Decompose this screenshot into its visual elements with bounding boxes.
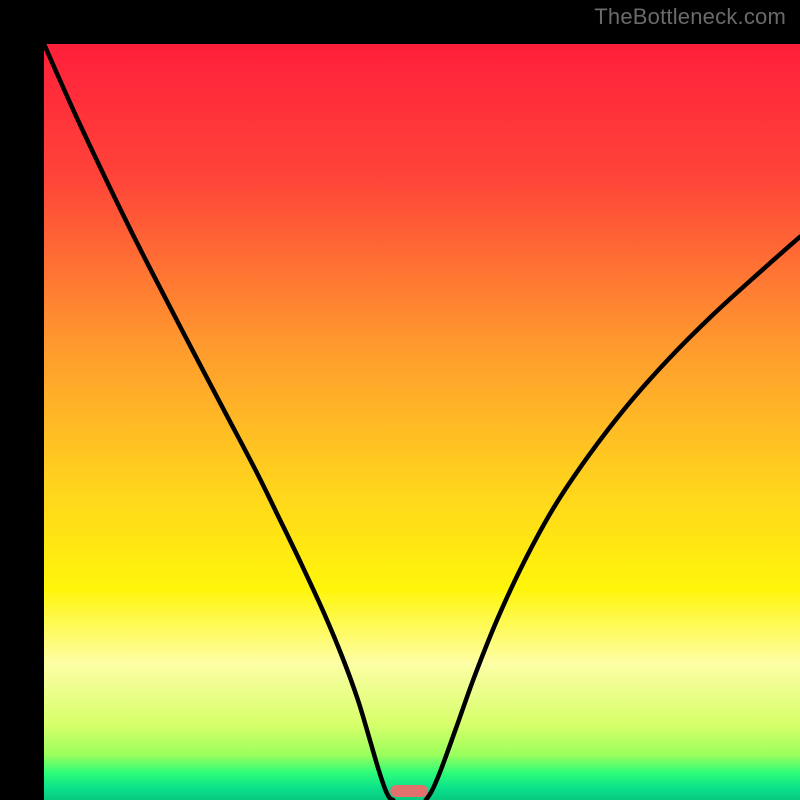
attribution-label: TheBottleneck.com <box>594 4 786 30</box>
optimal-marker <box>390 785 428 797</box>
gradient-background <box>44 44 800 800</box>
chart-svg <box>44 44 800 800</box>
plot-area <box>44 44 800 800</box>
chart-frame <box>22 22 778 778</box>
